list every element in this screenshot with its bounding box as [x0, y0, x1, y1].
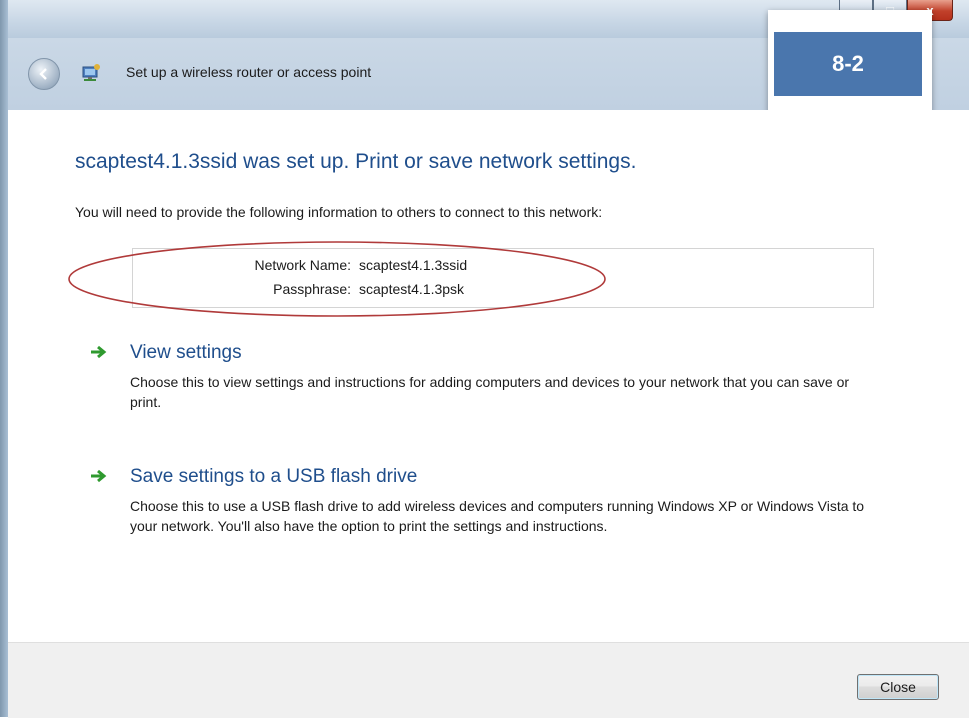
step-badge: 8-2	[768, 10, 932, 122]
view-settings-option[interactable]: View settings Choose this to view settin…	[90, 342, 890, 422]
step-badge-label: 8-2	[774, 32, 922, 96]
view-settings-link[interactable]: View settings	[130, 342, 242, 364]
content-area: scaptest4.1.3ssid was set up. Print or s…	[8, 110, 969, 642]
network-setup-icon	[82, 64, 100, 81]
intro-text: You will need to provide the following i…	[75, 204, 603, 220]
save-usb-description: Choose this to use a USB flash drive to …	[130, 498, 865, 534]
close-button[interactable]: Close	[857, 674, 939, 700]
window-left-edge	[0, 0, 8, 717]
green-arrow-icon	[91, 345, 107, 359]
page-heading: scaptest4.1.3ssid was set up. Print or s…	[75, 150, 637, 173]
annotation-ellipse	[68, 241, 606, 317]
green-arrow-icon	[91, 469, 107, 483]
view-settings-description: Choose this to view settings and instruc…	[130, 374, 850, 410]
save-usb-link[interactable]: Save settings to a USB flash drive	[130, 466, 417, 488]
save-usb-option[interactable]: Save settings to a USB flash drive Choos…	[90, 466, 890, 566]
back-arrow-icon	[39, 68, 47, 80]
window-title: Set up a wireless router or access point	[126, 64, 372, 80]
wizard-footer: Close	[8, 642, 969, 718]
back-button[interactable]	[28, 58, 60, 90]
